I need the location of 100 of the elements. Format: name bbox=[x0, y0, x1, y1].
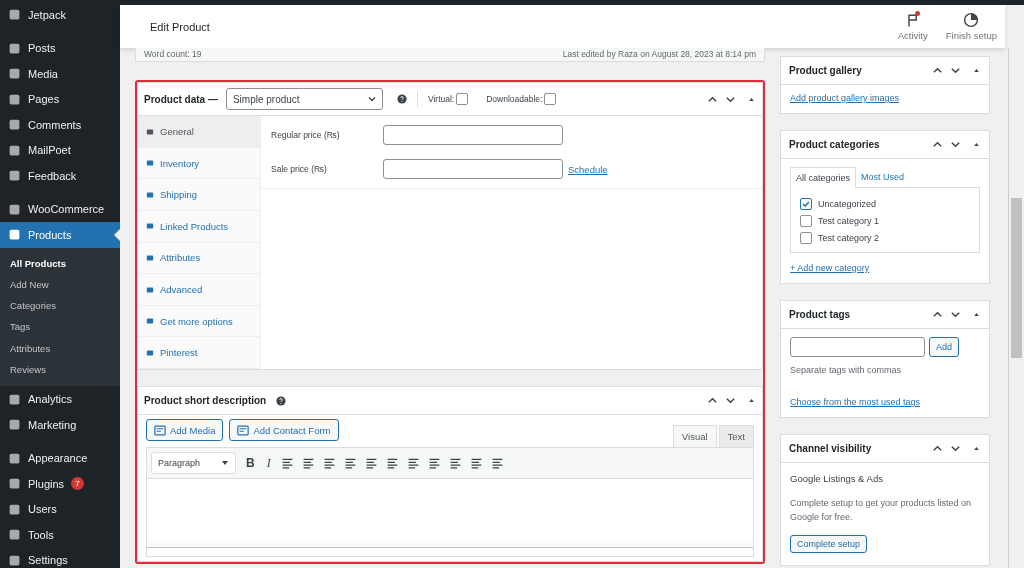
price-input[interactable] bbox=[383, 125, 563, 146]
checkbox[interactable] bbox=[800, 215, 812, 227]
channel-name: Google Listings & Ads bbox=[790, 473, 884, 484]
align-left-icon[interactable] bbox=[343, 456, 357, 470]
menu-icon bbox=[8, 502, 21, 516]
tags-hint: Separate tags with commas bbox=[790, 365, 903, 375]
menu-item[interactable]: Pages bbox=[0, 86, 120, 112]
add-tag-button[interactable]: Add bbox=[929, 337, 959, 357]
media-icon bbox=[237, 424, 250, 436]
help-icon[interactable] bbox=[276, 395, 287, 406]
menu-item[interactable]: Settings bbox=[0, 547, 120, 568]
collapse-icon[interactable] bbox=[972, 140, 981, 149]
last-edited-text: Last edited by Raza on August 28, 2023 at 8:14 pm bbox=[562, 49, 756, 59]
submenu-item[interactable]: Add New bbox=[0, 273, 120, 296]
scrollbar[interactable] bbox=[1008, 48, 1024, 568]
menu-item[interactable]: Tools bbox=[0, 521, 120, 548]
schedule-link[interactable]: Schedule bbox=[568, 163, 608, 175]
menu-item[interactable]: Analytics bbox=[0, 386, 120, 412]
menu-icon bbox=[8, 92, 21, 106]
editor-tab[interactable]: Text bbox=[718, 425, 754, 447]
most-used-tags-link[interactable]: Choose from the most used tags bbox=[790, 397, 921, 407]
option-checkbox[interactable]: Downloadable: bbox=[486, 93, 557, 106]
checkbox[interactable] bbox=[800, 232, 812, 244]
menu-item[interactable]: Feedback bbox=[0, 163, 120, 189]
product-data-tab[interactable]: Linked Products bbox=[138, 211, 260, 243]
media-button[interactable]: Add Media bbox=[146, 419, 224, 441]
checkbox[interactable] bbox=[800, 198, 812, 210]
submenu-item[interactable]: All Products bbox=[0, 252, 120, 274]
menu-item[interactable]: Appearance bbox=[0, 445, 120, 471]
word-count: Word count: 19 bbox=[144, 49, 202, 59]
product-data-tab[interactable]: Shipping bbox=[138, 179, 260, 212]
complete-setup-button[interactable]: Complete setup bbox=[790, 534, 868, 553]
move-up-icon[interactable] bbox=[932, 139, 943, 150]
menu-icon bbox=[8, 228, 21, 242]
gallery-link[interactable]: Add product gallery images bbox=[790, 93, 900, 103]
menu-item[interactable]: Plugins 7 bbox=[0, 470, 120, 497]
tab-icon bbox=[146, 253, 154, 262]
menu-item[interactable]: Marketing bbox=[0, 411, 120, 438]
menu-item[interactable]: Products bbox=[0, 222, 120, 248]
move-down-icon[interactable] bbox=[950, 443, 961, 454]
collapse-icon[interactable] bbox=[972, 66, 981, 75]
menu-item[interactable]: Posts bbox=[0, 35, 120, 61]
menu-item[interactable]: Users bbox=[0, 496, 120, 522]
media-button[interactable]: Add Contact Form bbox=[229, 419, 339, 441]
count-badge: 7 bbox=[71, 477, 85, 491]
tag-input[interactable] bbox=[790, 337, 925, 357]
submenu-item[interactable]: Reviews bbox=[0, 359, 120, 381]
product-data-tab[interactable]: Attributes bbox=[138, 242, 260, 275]
price-input[interactable] bbox=[383, 159, 563, 180]
menu-icon bbox=[8, 477, 21, 491]
move-up-icon[interactable] bbox=[932, 65, 943, 76]
italic-button[interactable]: I bbox=[264, 455, 273, 471]
menu-icon bbox=[8, 169, 21, 183]
product-data-tab[interactable]: Pinterest bbox=[138, 337, 260, 369]
product-data-tab[interactable]: Inventory bbox=[138, 147, 260, 180]
menu-item[interactable]: Comments bbox=[0, 112, 120, 138]
channel-description: Complete setup to get your products listed on Google for free. bbox=[790, 497, 973, 525]
tab-icon bbox=[146, 348, 154, 357]
menu-item[interactable]: MailPoet bbox=[0, 137, 120, 163]
category-tab[interactable]: All categories bbox=[790, 167, 857, 188]
move-down-icon[interactable] bbox=[725, 395, 736, 406]
tab-icon bbox=[146, 159, 154, 168]
collapse-icon[interactable] bbox=[972, 310, 981, 319]
menu-icon bbox=[8, 8, 21, 22]
panel-title: Product short description bbox=[144, 395, 267, 406]
collapse-icon[interactable] bbox=[747, 396, 756, 405]
submenu-item[interactable]: Tags bbox=[0, 316, 120, 338]
move-down-icon[interactable] bbox=[950, 139, 961, 150]
add-category-link[interactable]: + Add new category bbox=[790, 263, 870, 273]
category-label: Uncategorized bbox=[818, 199, 877, 209]
category-tab[interactable]: Most Used bbox=[856, 167, 910, 187]
menu-icon bbox=[8, 528, 21, 542]
help-icon[interactable] bbox=[396, 94, 407, 105]
product-data-tab[interactable]: Advanced bbox=[138, 274, 260, 306]
panel-title: Product data — bbox=[144, 93, 218, 105]
menu-icon bbox=[8, 202, 21, 216]
move-up-icon[interactable] bbox=[707, 395, 718, 406]
menu-icon bbox=[8, 418, 21, 432]
menu-item[interactable]: Jetpack bbox=[0, 2, 120, 28]
submenu-item[interactable]: Attributes bbox=[0, 337, 120, 359]
option-checkbox[interactable]: Virtual: bbox=[427, 93, 469, 106]
move-up-icon[interactable] bbox=[932, 309, 943, 320]
format-select[interactable]: Paragraph bbox=[151, 452, 236, 474]
editor-tab[interactable]: Visual bbox=[672, 425, 717, 447]
collapse-icon[interactable] bbox=[972, 444, 981, 453]
move-up-icon[interactable] bbox=[932, 443, 943, 454]
menu-icon bbox=[8, 67, 21, 81]
move-down-icon[interactable] bbox=[950, 309, 961, 320]
bold-button[interactable]: B bbox=[244, 456, 257, 470]
move-down-icon[interactable] bbox=[950, 65, 961, 76]
header-action[interactable]: Finish setup bbox=[945, 12, 997, 41]
product-data-tab[interactable]: General bbox=[138, 116, 260, 148]
product-data-tab[interactable]: Get more options bbox=[138, 305, 260, 338]
product-type-select[interactable]: Simple product bbox=[225, 88, 383, 111]
panel-title: Product tags bbox=[789, 309, 851, 320]
media-icon bbox=[154, 424, 166, 436]
menu-item[interactable]: WooCommerce bbox=[0, 196, 120, 222]
submenu-item[interactable]: Categories bbox=[0, 295, 120, 317]
header-action[interactable]: Activity bbox=[897, 12, 928, 41]
menu-item[interactable]: Media bbox=[0, 61, 120, 87]
